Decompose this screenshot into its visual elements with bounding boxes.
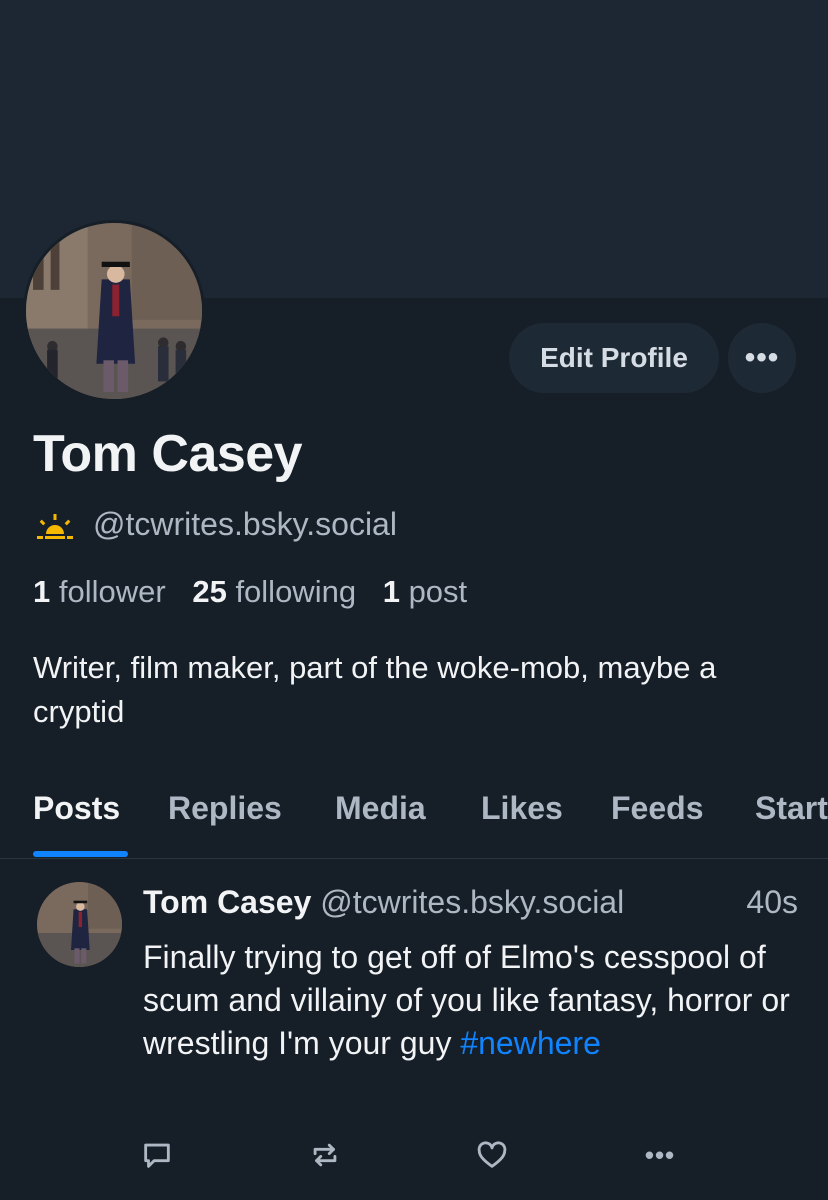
profile-stats: 1 follower 25 following 1 post <box>33 574 467 610</box>
profile-handle[interactable]: @tcwrites.bsky.social <box>93 506 397 543</box>
post-author-avatar[interactable] <box>37 882 122 967</box>
tab-media[interactable]: Media <box>335 790 426 827</box>
post-header: Tom Casey @tcwrites.bsky.social 40s <box>143 884 803 921</box>
reply-icon <box>144 1143 170 1168</box>
repost-icon <box>313 1143 337 1167</box>
active-tab-indicator <box>33 851 128 857</box>
profile-bio: Writer, film maker, part of the woke-mob… <box>33 650 717 729</box>
reply-button[interactable] <box>137 1135 177 1175</box>
tab-starter-packs[interactable]: Start <box>755 790 828 827</box>
profile-tabs: Posts Replies Media Likes Feeds Start <box>0 780 828 859</box>
post-body: Finally trying to get off of Elmo's cess… <box>143 936 803 1065</box>
posts-count: 1 post <box>382 574 468 609</box>
profile-avatar[interactable] <box>23 220 205 402</box>
tab-feeds[interactable]: Feeds <box>611 790 703 827</box>
post-author-name[interactable]: Tom Casey <box>143 884 311 920</box>
post-more-button[interactable]: ••• <box>640 1135 680 1175</box>
handle-row: @tcwrites.bsky.social <box>35 506 397 543</box>
followers-link[interactable]: 1 follower <box>33 574 166 609</box>
tab-posts[interactable]: Posts <box>33 790 120 827</box>
post-hashtag[interactable]: #newhere <box>460 1025 601 1061</box>
more-icon: ••• <box>644 1139 676 1170</box>
post-actions: ••• <box>0 1135 828 1175</box>
heart-icon <box>477 1141 507 1168</box>
following-link[interactable]: 25 following <box>192 574 356 609</box>
profile-name: Tom Casey <box>33 425 303 483</box>
like-button[interactable] <box>472 1135 512 1175</box>
tab-likes[interactable]: Likes <box>481 790 563 827</box>
tab-replies[interactable]: Replies <box>168 790 282 827</box>
post-timestamp[interactable]: 40s <box>746 884 798 921</box>
profile-more-button[interactable]: ••• <box>728 323 796 393</box>
sunrise-icon <box>37 513 73 539</box>
repost-button[interactable] <box>305 1135 345 1175</box>
edit-profile-button[interactable]: Edit Profile <box>509 323 719 393</box>
post-author-handle[interactable]: @tcwrites.bsky.social <box>320 884 624 920</box>
